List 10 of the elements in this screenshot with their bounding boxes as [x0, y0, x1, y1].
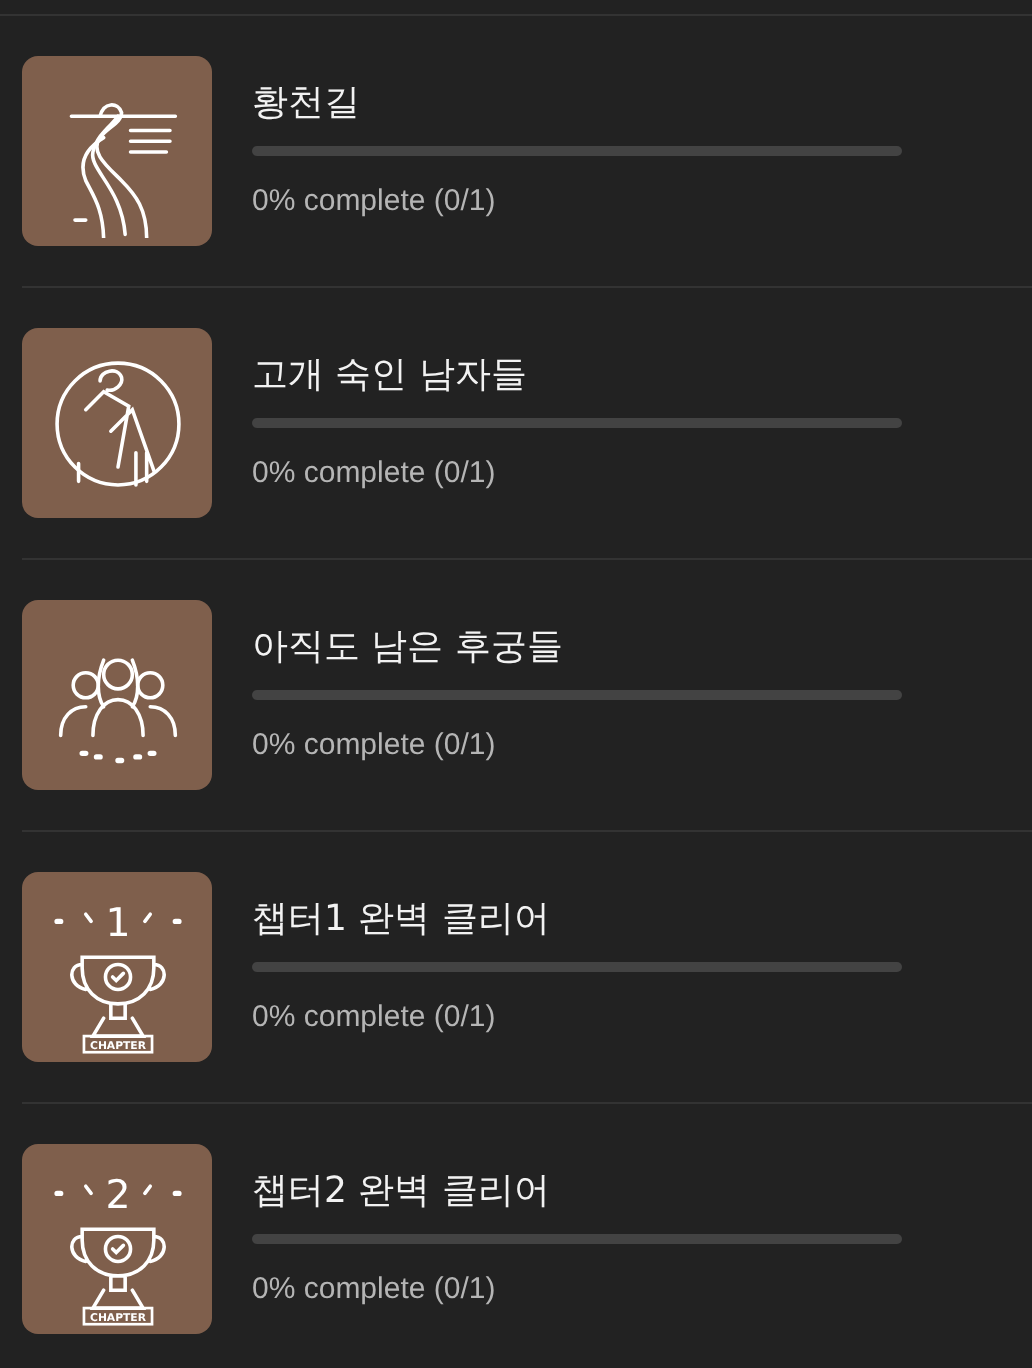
achievement-title: 황천길	[252, 80, 362, 128]
progress-text: 0% complete (0/1)	[252, 182, 498, 222]
progress-text: 0% complete (0/1)	[252, 454, 498, 494]
achievement-title: 고개 숙인 남자들	[252, 352, 529, 400]
progress-text: 0% complete (0/1)	[252, 1270, 498, 1310]
achievement-title: 챕터2 완벽 클리어	[252, 1168, 552, 1216]
progress-text: 0% complete (0/1)	[252, 726, 498, 766]
progress-text: 0% complete (0/1)	[252, 998, 498, 1038]
achievement-title: 아직도 남은 후궁들	[252, 624, 565, 672]
achievement-title: 챕터1 완벽 클리어	[252, 896, 552, 944]
